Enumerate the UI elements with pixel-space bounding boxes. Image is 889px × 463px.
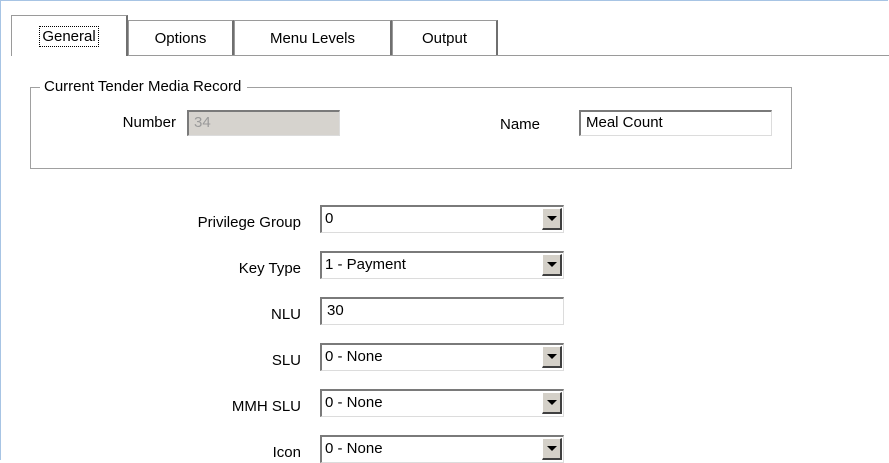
slu-value: 0 - None [325, 348, 383, 365]
mmh-slu-dropdown-button[interactable] [542, 392, 562, 414]
tab-options-label: Options [154, 29, 207, 47]
icon-dropdown-button[interactable] [542, 438, 562, 460]
slu-dropdown-button[interactable] [542, 346, 562, 368]
privilege-group-label: Privilege Group [197, 214, 301, 231]
key-type-value: 1 - Payment [325, 256, 406, 273]
number-label: Number [122, 114, 176, 131]
tab-menu-levels-label: Menu Levels [269, 29, 356, 47]
chevron-down-icon [546, 400, 557, 405]
mmh-slu-label: MMH SLU [231, 398, 301, 415]
mmh-slu-dropdown[interactable]: 0 - None [320, 389, 564, 417]
tab-output-label: Output [421, 29, 468, 47]
privilege-group-value: 0 [325, 210, 334, 227]
icon-label: Icon [272, 444, 301, 461]
tab-general-label: General [39, 25, 99, 47]
nlu-field[interactable]: 30 [320, 297, 564, 325]
key-type-label: Key Type [238, 260, 301, 277]
number-field: 34 [187, 110, 340, 136]
key-type-dropdown-button[interactable] [542, 254, 562, 276]
current-record-legend: Current Tender Media Record [40, 78, 248, 96]
chevron-down-icon [546, 216, 557, 221]
name-field[interactable]: Meal Count [579, 110, 772, 136]
key-type-dropdown[interactable]: 1 - Payment [320, 251, 564, 279]
tab-general[interactable]: General [11, 15, 128, 56]
tab-output[interactable]: Output [392, 20, 498, 55]
nlu-label: NLU [270, 306, 301, 323]
chevron-down-icon [546, 446, 557, 451]
mmh-slu-value: 0 - None [325, 394, 383, 411]
chevron-down-icon [546, 262, 557, 267]
name-label: Name [500, 116, 541, 133]
tab-menu-levels[interactable]: Menu Levels [234, 20, 392, 55]
icon-dropdown[interactable]: 0 - None [320, 435, 564, 463]
slu-dropdown[interactable]: 0 - None [320, 343, 564, 371]
tab-strip-baseline [11, 55, 889, 56]
slu-label: SLU [271, 352, 301, 369]
chevron-down-icon [546, 354, 557, 359]
tab-options[interactable]: Options [128, 20, 234, 55]
icon-value: 0 - None [325, 440, 383, 457]
privilege-group-dropdown[interactable]: 0 [320, 205, 564, 233]
privilege-group-dropdown-button[interactable] [542, 208, 562, 230]
